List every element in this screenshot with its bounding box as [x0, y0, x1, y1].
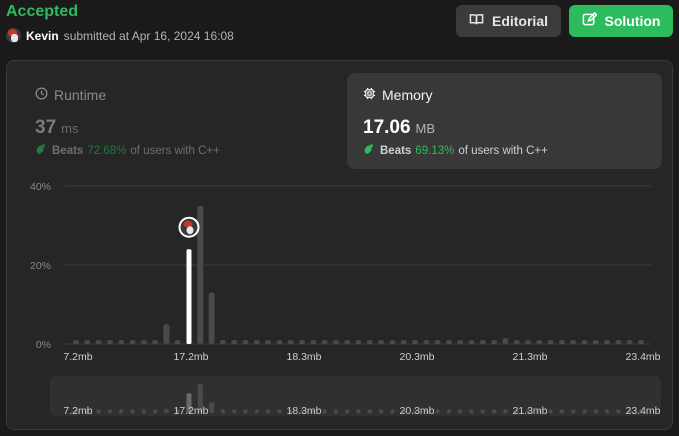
runtime-beats-percent: 72.68% [87, 145, 127, 157]
memory-beats-suffix: of users with C++ [458, 145, 548, 157]
user-avatar[interactable] [6, 28, 21, 43]
memory-card[interactable]: Memory 17.06 MB Beats 69.13% of users wi… [347, 73, 662, 169]
solution-label: Solution [604, 13, 661, 29]
user-name[interactable]: Kevin [26, 29, 59, 43]
runtime-label: Runtime [54, 87, 107, 103]
chip-icon [363, 87, 376, 103]
clapping-hands-icon [35, 143, 48, 159]
submission-status: Accepted [6, 3, 79, 20]
runtime-value: 37 [35, 117, 57, 138]
clock-icon [35, 87, 48, 103]
runtime-beats-word: Beats [52, 145, 84, 157]
results-panel: Runtime 37 ms Beats 72.68% of users with… [6, 60, 673, 430]
memory-beats-percent: 69.13% [415, 145, 455, 157]
editorial-label: Editorial [491, 13, 548, 29]
memory-unit: MB [415, 121, 436, 136]
clapping-hands-icon [363, 143, 376, 159]
memory-beats-word: Beats [380, 145, 412, 157]
submitted-time: submitted at Apr 16, 2024 16:08 [63, 28, 234, 43]
chart-overview-brush[interactable] [50, 376, 661, 416]
runtime-card[interactable]: Runtime 37 ms Beats 72.68% of users with… [19, 73, 334, 169]
submission-meta: Kevin submitted at Apr 16, 2024 16:08 [6, 28, 234, 43]
memory-label: Memory [382, 87, 433, 103]
editorial-button[interactable]: Editorial [456, 5, 561, 37]
book-open-icon [469, 12, 484, 30]
memory-value: 17.06 [363, 117, 411, 138]
solution-button[interactable]: Solution [569, 5, 673, 37]
edit-icon [582, 11, 598, 30]
runtime-unit: ms [61, 121, 79, 136]
runtime-beats-suffix: of users with C++ [130, 145, 220, 157]
